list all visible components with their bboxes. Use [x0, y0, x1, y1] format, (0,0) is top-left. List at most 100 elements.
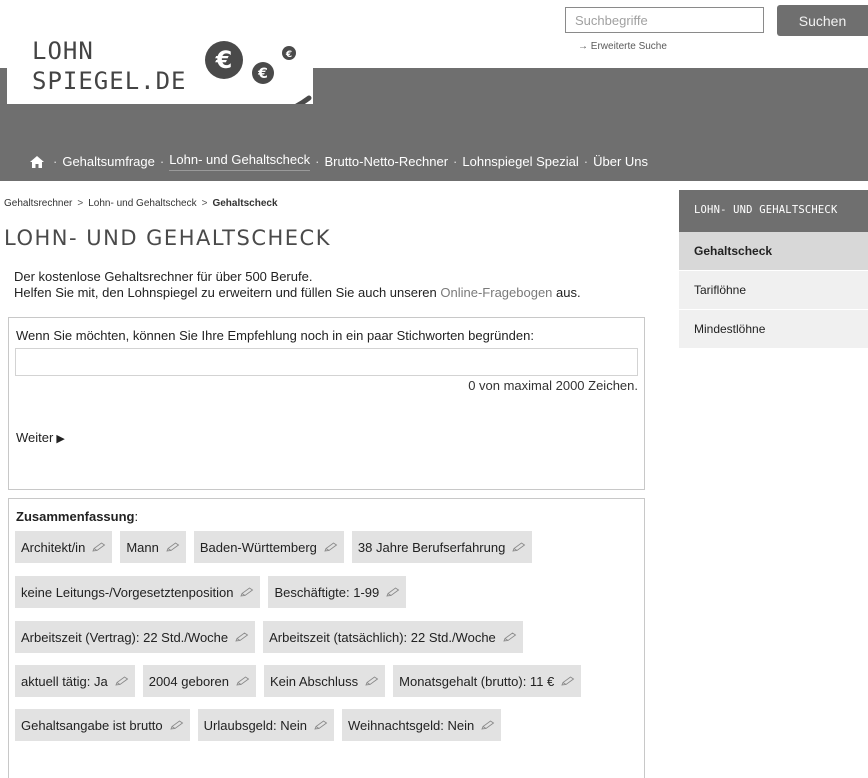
- sidebar: LOHN- UND GEHALTSCHECK Gehaltscheck Tari…: [679, 190, 868, 349]
- summary-chip[interactable]: Architekt/in: [15, 531, 113, 563]
- svg-text:€: €: [257, 66, 268, 82]
- summary-chip-label: Kein Abschluss: [269, 673, 359, 689]
- summary-chip-row: keine Leitungs-/Vorgesetztenposition Besc…: [15, 576, 414, 608]
- summary-chip-label: Weihnachtsgeld: Nein: [348, 717, 475, 733]
- pencil-icon: [115, 676, 129, 686]
- summary-chip-label: Gehaltsangabe ist brutto: [21, 717, 163, 733]
- summary-chip[interactable]: 2004 geboren: [142, 665, 256, 697]
- next-button[interactable]: Weiter ▶: [16, 430, 65, 445]
- summary-chip-row: Arbeitszeit (Vertrag): 22 Std./Woche Arbe…: [15, 621, 531, 653]
- summary-chip-label: Beschäftigte: 1-99: [274, 584, 380, 600]
- sidebar-heading: LOHN- UND GEHALTSCHECK: [679, 190, 868, 232]
- euro-coins-icon: € € €: [205, 41, 312, 104]
- summary-chip[interactable]: Beschäftigte: 1-99: [268, 576, 407, 608]
- summary-chip[interactable]: Weihnachtsgeld: Nein: [342, 709, 502, 741]
- summary-chip[interactable]: Monatsgehalt (brutto): 11 €: [393, 665, 582, 697]
- nav-separator: ·: [583, 154, 589, 169]
- nav-item-gehaltsumfrage[interactable]: Gehaltsumfrage: [62, 154, 155, 169]
- recommendation-textarea[interactable]: [15, 348, 638, 376]
- pencil-icon: [324, 542, 338, 552]
- summary-chip-row: Architekt/in Mann Baden-Württemberg 38 Jahr…: [15, 531, 540, 563]
- logo-line-2: SPIEGEL.DE: [32, 67, 187, 95]
- nav-separator: ·: [53, 154, 58, 169]
- page-title: LOHN- UND GEHALTSCHECK: [4, 226, 331, 250]
- nav-separator: ·: [159, 154, 165, 169]
- summary-chip[interactable]: Arbeitszeit (tatsächlich): 22 Std./Woche: [263, 621, 523, 653]
- recommendation-form: Wenn Sie möchten, können Sie Ihre Empfeh…: [8, 317, 645, 490]
- summary-chip-label: Arbeitszeit (Vertrag): 22 Std./Woche: [21, 629, 229, 645]
- pencil-icon: [166, 542, 180, 552]
- summary-chip-label: Baden-Württemberg: [199, 539, 317, 555]
- pencil-icon: [236, 676, 250, 686]
- summary-chip-label: Arbeitszeit (tatsächlich): 22 Std./Woche: [269, 629, 496, 645]
- summary-chip[interactable]: Urlaubsgeld: Nein: [197, 709, 334, 741]
- nav-item-lohn-und-gehaltscheck[interactable]: Lohn- und Gehaltscheck: [169, 152, 311, 171]
- breadcrumb-item-gehaltsrechner[interactable]: Gehaltsrechner: [4, 198, 72, 209]
- nav-item-lohnspiegel-spezial[interactable]: Lohnspiegel Spezial: [462, 154, 578, 169]
- summary-chip-label: Mann: [126, 539, 159, 555]
- svg-text:€: €: [285, 50, 292, 60]
- home-icon[interactable]: [30, 155, 44, 168]
- sidebar-item-tarifloehne[interactable]: Tariflöhne: [679, 271, 868, 310]
- intro-text: Der kostenlose Gehaltsrechner für über 5…: [14, 269, 581, 301]
- nav-item-ueber-uns[interactable]: Über Uns: [593, 154, 648, 169]
- nav-separator: ·: [453, 154, 458, 169]
- summary-chip[interactable]: aktuell tätig: Ja: [15, 665, 135, 697]
- pencil-icon: [386, 587, 400, 597]
- logo[interactable]: LOHN SPIEGEL.DE € € €: [7, 30, 313, 104]
- summary-chip[interactable]: Mann: [120, 531, 186, 563]
- pencil-icon: [235, 632, 249, 642]
- summary-chip[interactable]: Kein Abschluss: [263, 665, 386, 697]
- summary-chip[interactable]: Gehaltsangabe ist brutto: [15, 709, 190, 741]
- advanced-search-link[interactable]: → Erweiterte Suche: [578, 41, 667, 52]
- advanced-search-label: Erweiterte Suche: [590, 41, 667, 52]
- summary-chip-label: Monatsgehalt (brutto): 11 €: [399, 673, 555, 689]
- pencil-icon: [314, 720, 328, 730]
- pencil-icon: [561, 676, 575, 686]
- pencil-icon: [503, 632, 517, 642]
- search-input[interactable]: [565, 7, 764, 33]
- summary-panel: Zusammenfassung: Architekt/in Mann Baden-W…: [8, 498, 645, 778]
- pencil-icon: [240, 587, 254, 597]
- nav-separator: ·: [315, 154, 320, 169]
- main-nav: · Gehaltsumfrage · Lohn- und Gehaltschec…: [30, 152, 648, 171]
- logo-line-1: LOHN: [32, 37, 94, 65]
- summary-chip[interactable]: Arbeitszeit (Vertrag): 22 Std./Woche: [15, 621, 256, 653]
- character-counter: 0 von maximal 2000 Zeichen.: [468, 378, 638, 393]
- chevron-right-icon: >: [77, 198, 84, 209]
- pencil-icon: [365, 676, 379, 686]
- next-button-label: Weiter: [16, 430, 54, 445]
- recommendation-question: Wenn Sie möchten, können Sie Ihre Empfeh…: [16, 328, 534, 343]
- sidebar-item-mindestloehne[interactable]: Mindestlöhne: [679, 310, 868, 349]
- arrow-right-icon: →: [578, 41, 588, 52]
- logo-text: LOHN SPIEGEL.DE: [32, 36, 187, 96]
- summary-chip-label: Urlaubsgeld: Nein: [203, 717, 307, 733]
- pencil-icon: [92, 542, 106, 552]
- pencil-icon: [481, 720, 495, 730]
- breadcrumb: Gehaltsrechner > Lohn- und Gehaltscheck > Ge…: [4, 198, 278, 209]
- intro-line-2: Helfen Sie mit, den Lohnspiegel zu erwei…: [14, 285, 581, 301]
- online-questionnaire-link[interactable]: Online-Fragebogen: [440, 285, 552, 300]
- nav-item-brutto-netto-rechner[interactable]: Brutto-Netto-Rechner: [324, 154, 448, 169]
- svg-text:€: €: [215, 46, 233, 74]
- breadcrumb-item-current: Gehaltscheck: [212, 198, 278, 209]
- breadcrumb-item-lohn-und-gehaltscheck[interactable]: Lohn- und Gehaltscheck: [88, 198, 196, 209]
- intro-line-2-text: Helfen Sie mit, den Lohnspiegel zu erwei…: [14, 285, 441, 300]
- summary-chip-label: keine Leitungs-/Vorgesetztenposition: [21, 584, 234, 600]
- summary-title-label: Zusammenfassung: [16, 509, 135, 524]
- summary-chip-label: aktuell tätig: Ja: [21, 673, 108, 689]
- summary-title: Zusammenfassung:: [16, 509, 139, 524]
- summary-chip-row: Gehaltsangabe ist brutto Urlaubsgeld: Nei…: [15, 709, 509, 741]
- summary-chip[interactable]: Baden-Württemberg: [193, 531, 344, 563]
- summary-chip-label: 2004 geboren: [148, 673, 229, 689]
- chevron-right-icon: >: [201, 198, 208, 209]
- summary-chip-row: aktuell tätig: Ja 2004 geboren Kein Abschl…: [15, 665, 589, 697]
- summary-chip[interactable]: keine Leitungs-/Vorgesetztenposition: [15, 576, 261, 608]
- play-arrow-icon: ▶: [56, 433, 65, 445]
- summary-chip-label: 38 Jahre Berufserfahrung: [357, 539, 506, 555]
- pencil-icon: [169, 720, 183, 730]
- search-button[interactable]: Suchen: [777, 5, 868, 36]
- intro-line-2-end: aus.: [552, 285, 581, 300]
- sidebar-item-gehaltscheck[interactable]: Gehaltscheck: [679, 232, 868, 271]
- summary-chip[interactable]: 38 Jahre Berufserfahrung: [351, 531, 533, 563]
